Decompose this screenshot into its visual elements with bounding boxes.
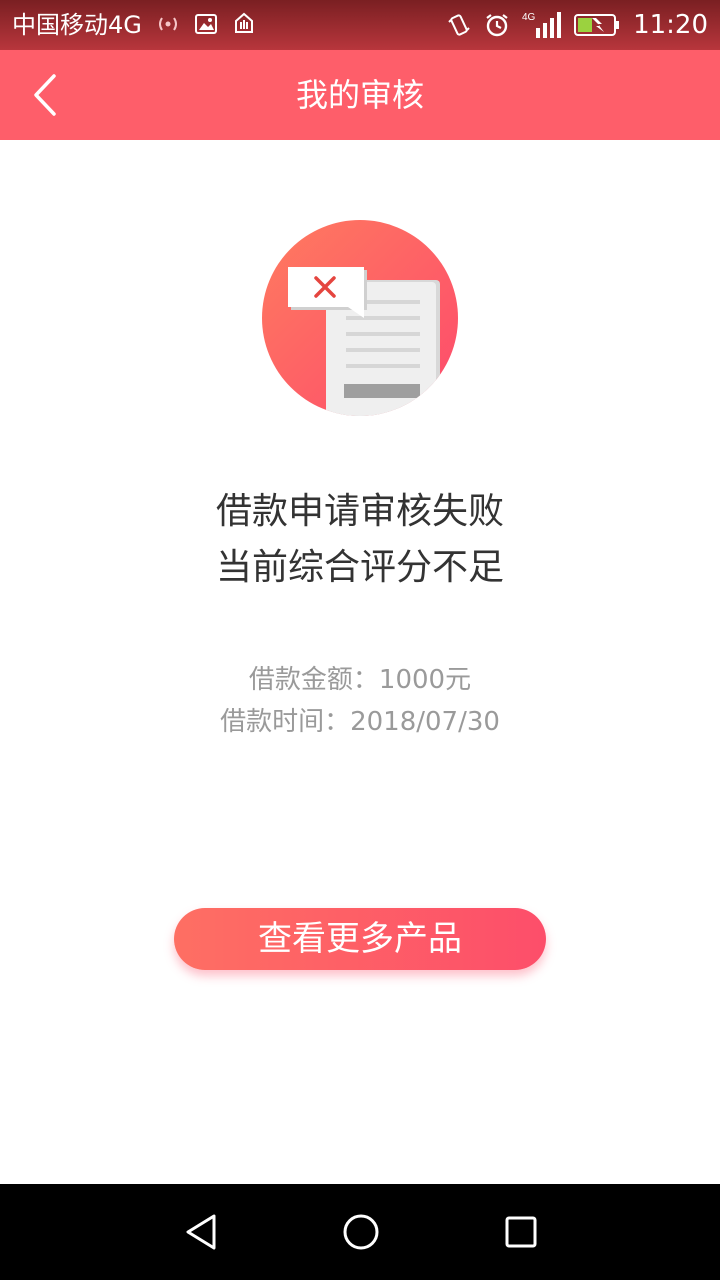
loan-amount: 借款金额：1000元 [248, 665, 472, 695]
network-type-label: 4G [522, 12, 536, 23]
hand-icon [235, 12, 253, 33]
app-bar: 我的审核 [0, 50, 720, 140]
recents-square-icon[interactable] [497, 1208, 545, 1256]
vibrate-icon [448, 14, 470, 36]
system-nav-bar [0, 1184, 720, 1280]
view-more-products-button[interactable]: 查看更多产品 [174, 908, 546, 970]
result-reason: 当前综合评分不足 [215, 547, 504, 588]
page-title: 我的审核 [295, 76, 424, 114]
clock: 11:20 [633, 10, 708, 40]
hotspot-icon [159, 17, 177, 31]
image-icon [195, 14, 217, 34]
carrier-label: 中国移动4G [12, 11, 142, 39]
home-circle-icon[interactable] [337, 1208, 385, 1256]
battery-charging-icon [574, 14, 619, 36]
loan-date: 借款时间：2018/07/30 [220, 707, 500, 737]
back-triangle-icon[interactable] [178, 1208, 226, 1256]
alarm-icon [486, 14, 508, 37]
result-title: 借款申请审核失败 [215, 491, 504, 532]
rejected-document-icon [262, 220, 458, 416]
status-bar: 中国移动4G 4G 11:20 [0, 0, 720, 50]
signal-icon: 4G [522, 12, 561, 38]
